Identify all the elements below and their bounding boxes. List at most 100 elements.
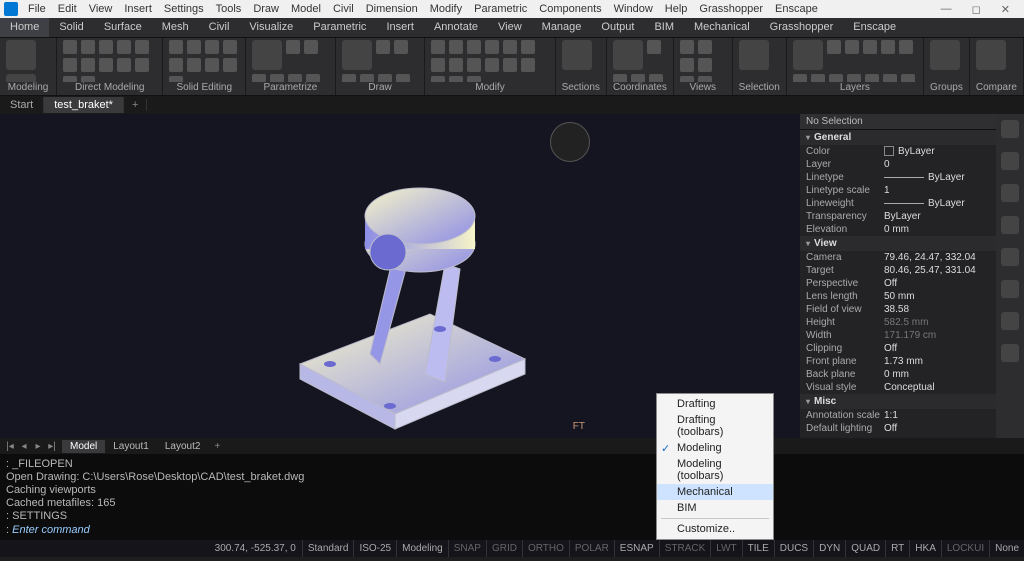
ribbon-icon[interactable] bbox=[431, 58, 445, 72]
ribbon-icon[interactable] bbox=[187, 40, 201, 54]
property-row[interactable]: Annotation scale1:1 bbox=[800, 409, 996, 422]
menu-insert[interactable]: Insert bbox=[118, 3, 158, 15]
prev-icon[interactable]: ◂ bbox=[18, 441, 30, 452]
menu-modify[interactable]: Modify bbox=[424, 3, 468, 15]
ribbon-icon[interactable] bbox=[739, 40, 769, 70]
property-row[interactable]: Camera79.46, 24.47, 332.04 bbox=[800, 251, 996, 264]
property-row[interactable]: LineweightByLayer bbox=[800, 197, 996, 210]
ribbon-icon[interactable] bbox=[485, 40, 499, 54]
ribbon-icon[interactable] bbox=[503, 40, 517, 54]
property-value[interactable]: Conceptual bbox=[884, 382, 990, 393]
menu-model[interactable]: Model bbox=[285, 3, 327, 15]
ribbon-icon[interactable] bbox=[117, 58, 131, 72]
ribbon-icon[interactable] bbox=[223, 58, 237, 72]
tool-icon[interactable] bbox=[1001, 216, 1019, 234]
context-menu-item[interactable]: Modeling bbox=[657, 440, 773, 456]
status-cell-snap[interactable]: SNAP bbox=[448, 540, 486, 557]
ribbon-icon[interactable] bbox=[169, 40, 183, 54]
tool-icon[interactable] bbox=[1001, 344, 1019, 362]
ribbon-tab-parametric[interactable]: Parametric bbox=[303, 18, 376, 37]
ribbon-icon[interactable] bbox=[449, 40, 463, 54]
ribbon-icon[interactable] bbox=[847, 74, 861, 82]
layout-tab[interactable]: Model bbox=[62, 440, 105, 453]
viewport-3d[interactable]: X Y Z FT bbox=[0, 114, 800, 438]
ribbon-icon[interactable] bbox=[99, 40, 113, 54]
properties-section[interactable]: Misc bbox=[800, 394, 996, 409]
menu-edit[interactable]: Edit bbox=[52, 3, 83, 15]
property-value[interactable]: 0 mm bbox=[884, 369, 990, 380]
property-value[interactable]: ByLayer bbox=[884, 172, 990, 183]
ribbon-icon[interactable] bbox=[811, 74, 825, 82]
properties-section[interactable]: View bbox=[800, 236, 996, 251]
ribbon-icon[interactable] bbox=[431, 40, 445, 54]
ribbon-icon[interactable] bbox=[394, 40, 408, 54]
ribbon-icon[interactable] bbox=[865, 74, 879, 82]
ribbon-icon[interactable] bbox=[205, 40, 219, 54]
property-row[interactable]: Target80.46, 25.47, 331.04 bbox=[800, 264, 996, 277]
status-cell-grid[interactable]: GRID bbox=[486, 540, 522, 557]
property-row[interactable]: Height582.5 mm bbox=[800, 316, 996, 329]
menu-parametric[interactable]: Parametric bbox=[468, 3, 533, 15]
property-row[interactable]: Linetype scale1 bbox=[800, 184, 996, 197]
menu-file[interactable]: File bbox=[22, 3, 52, 15]
context-menu-item[interactable]: Drafting bbox=[657, 396, 773, 412]
ribbon-tab-visualize[interactable]: Visualize bbox=[239, 18, 303, 37]
ribbon-icon[interactable] bbox=[521, 58, 535, 72]
add-doc-tab[interactable]: + bbox=[124, 99, 147, 111]
ribbon-icon[interactable] bbox=[829, 74, 843, 82]
status-cell-lwt[interactable]: LWT bbox=[710, 540, 741, 557]
ribbon-icon[interactable] bbox=[467, 40, 481, 54]
menu-view[interactable]: View bbox=[83, 3, 119, 15]
ribbon-icon[interactable] bbox=[169, 58, 183, 72]
property-value[interactable]: 1.73 mm bbox=[884, 356, 990, 367]
ribbon-icon[interactable] bbox=[863, 40, 877, 54]
ribbon-icon[interactable] bbox=[360, 74, 374, 82]
menu-tools[interactable]: Tools bbox=[210, 3, 248, 15]
ribbon-icon[interactable] bbox=[698, 40, 712, 54]
status-cell-iso-25[interactable]: ISO-25 bbox=[353, 540, 396, 557]
status-cell-rt[interactable]: RT bbox=[885, 540, 909, 557]
status-cell-polar[interactable]: POLAR bbox=[569, 540, 614, 557]
ribbon-icon[interactable] bbox=[81, 40, 95, 54]
ribbon-icon[interactable] bbox=[376, 40, 390, 54]
menu-window[interactable]: Window bbox=[608, 3, 659, 15]
property-value[interactable]: Off bbox=[884, 423, 990, 434]
menu-components[interactable]: Components bbox=[533, 3, 607, 15]
property-row[interactable]: ClippingOff bbox=[800, 342, 996, 355]
status-cell-standard[interactable]: Standard bbox=[302, 540, 354, 557]
ribbon-icon[interactable] bbox=[883, 74, 897, 82]
tool-icon[interactable] bbox=[1001, 312, 1019, 330]
context-menu-item[interactable]: BIM bbox=[657, 500, 773, 516]
property-value[interactable]: ByLayer bbox=[884, 211, 990, 222]
ribbon-icon[interactable] bbox=[135, 58, 149, 72]
ribbon-icon[interactable] bbox=[63, 58, 77, 72]
property-row[interactable]: Default lightingOff bbox=[800, 422, 996, 435]
ribbon-tab-enscape[interactable]: Enscape bbox=[843, 18, 906, 37]
property-value[interactable]: 80.46, 25.47, 331.04 bbox=[884, 265, 990, 276]
navigation-cube-icon[interactable] bbox=[550, 122, 590, 162]
ribbon-icon[interactable] bbox=[899, 40, 913, 54]
ribbon-icon[interactable] bbox=[976, 40, 1006, 70]
status-cell-strack[interactable]: STRACK bbox=[659, 540, 711, 557]
property-value[interactable]: 79.46, 24.47, 332.04 bbox=[884, 252, 990, 263]
ribbon-icon[interactable] bbox=[485, 58, 499, 72]
status-cell-hka[interactable]: HKA bbox=[909, 540, 941, 557]
property-row[interactable]: LinetypeByLayer bbox=[800, 171, 996, 184]
menu-settings[interactable]: Settings bbox=[158, 3, 210, 15]
ribbon-icon[interactable] bbox=[205, 58, 219, 72]
ribbon-icon[interactable] bbox=[793, 40, 823, 70]
ribbon-icon[interactable] bbox=[6, 74, 36, 82]
menu-enscape[interactable]: Enscape bbox=[769, 3, 824, 15]
property-row[interactable]: Back plane0 mm bbox=[800, 368, 996, 381]
ribbon-tab-home[interactable]: Home bbox=[0, 18, 49, 37]
menu-help[interactable]: Help bbox=[659, 3, 694, 15]
property-row[interactable]: PerspectiveOff bbox=[800, 277, 996, 290]
ribbon-tab-manage[interactable]: Manage bbox=[532, 18, 592, 37]
property-row[interactable]: TransparencyByLayer bbox=[800, 210, 996, 223]
ribbon-icon[interactable] bbox=[649, 74, 663, 82]
property-value[interactable]: 1:1 bbox=[884, 410, 990, 421]
ribbon-icon[interactable] bbox=[631, 74, 645, 82]
layout-tab[interactable]: Layout1 bbox=[105, 440, 157, 453]
property-value[interactable]: ByLayer bbox=[884, 146, 990, 157]
property-row[interactable]: Lens length50 mm bbox=[800, 290, 996, 303]
